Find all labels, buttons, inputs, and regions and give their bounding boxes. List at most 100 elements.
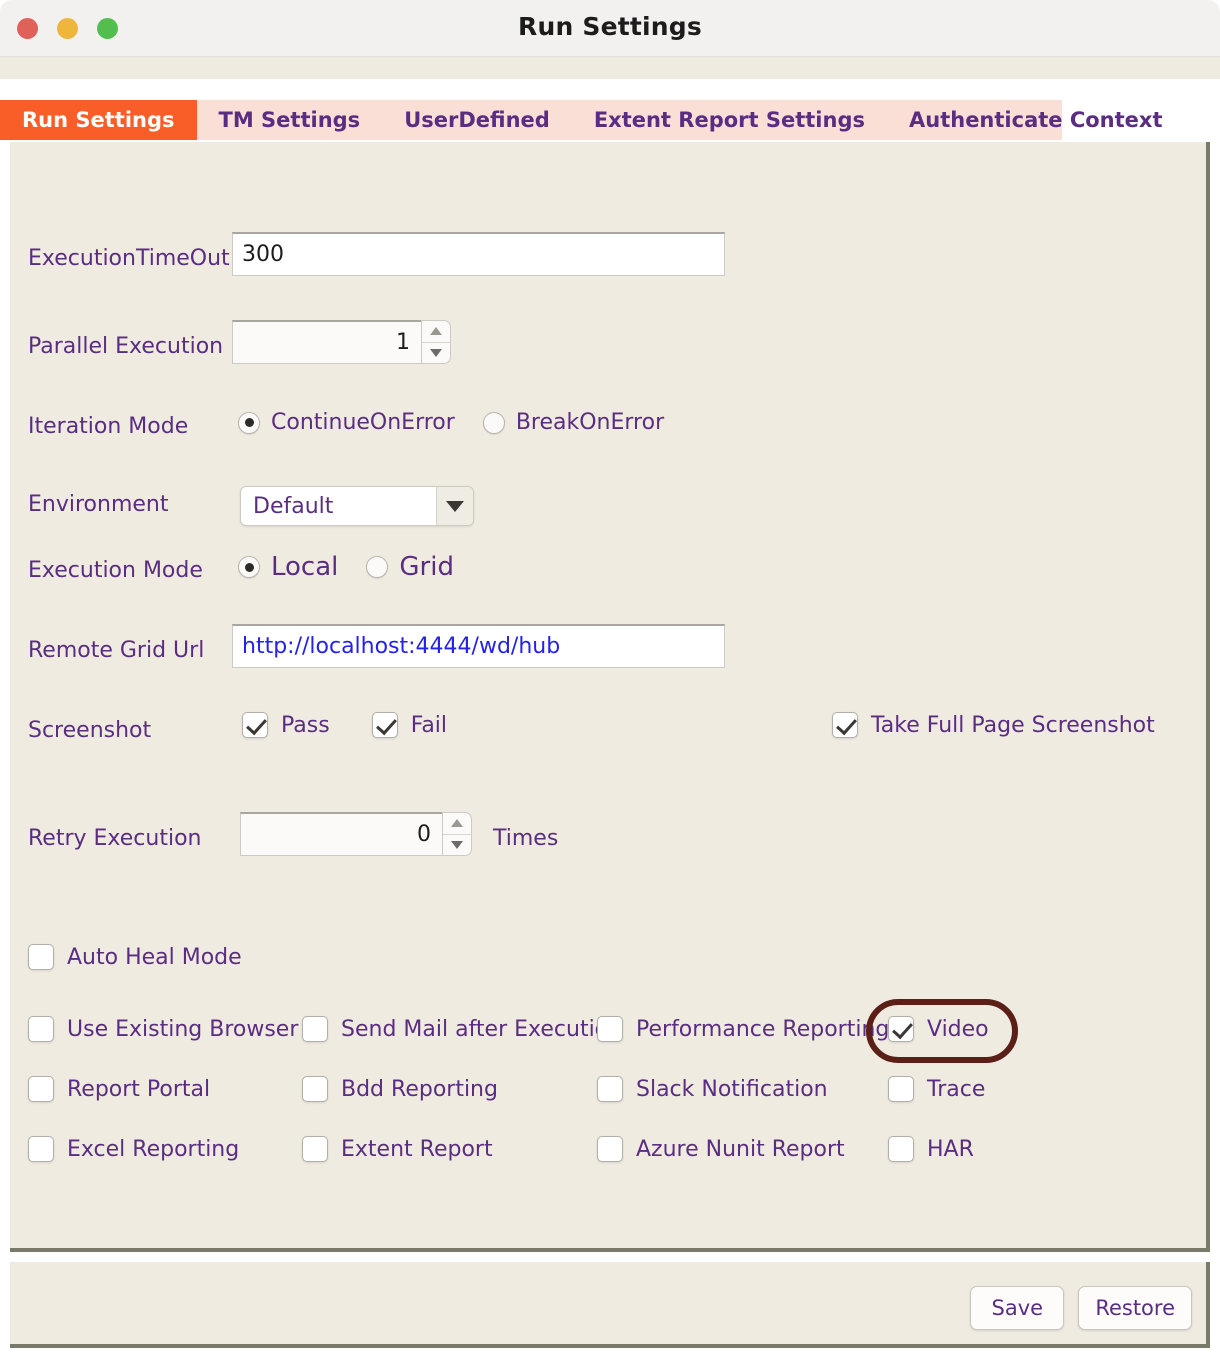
tab-extent-report-settings[interactable]: Extent Report Settings (572, 100, 887, 140)
retry-execution-value: 0 (417, 822, 431, 847)
parallel-execution-decrement-button[interactable] (422, 343, 450, 364)
checkbox-unchecked-icon (28, 1076, 54, 1102)
screenshot-label: Screenshot (28, 718, 152, 743)
chevron-up-icon (430, 327, 442, 336)
har-label: HAR (927, 1136, 974, 1162)
azure-nunit-report-checkbox[interactable]: Azure Nunit Report (597, 1136, 845, 1162)
environment-select[interactable]: Default (240, 486, 474, 526)
checkbox-unchecked-icon (28, 1016, 54, 1042)
retry-execution-increment-button[interactable] (443, 813, 471, 835)
execution-mode-label: Execution Mode (28, 558, 203, 583)
checkbox-unchecked-icon (888, 1136, 914, 1162)
report-portal-checkbox[interactable]: Report Portal (28, 1076, 210, 1102)
execution-mode-local-label: Local (271, 552, 339, 582)
video-checkbox[interactable]: Video (888, 1016, 989, 1042)
take-full-page-screenshot-checkbox[interactable]: Take Full Page Screenshot (832, 712, 1155, 738)
iteration-mode-label: Iteration Mode (28, 414, 189, 439)
video-label: Video (927, 1016, 989, 1042)
har-checkbox[interactable]: HAR (888, 1136, 974, 1162)
chevron-down-icon (451, 840, 463, 849)
tab-authenticate-context[interactable]: Authenticate Context (887, 100, 1185, 140)
excel-reporting-checkbox[interactable]: Excel Reporting (28, 1136, 239, 1162)
checkbox-checked-icon (832, 712, 858, 738)
screenshot-pass-checkbox[interactable]: Pass (242, 712, 330, 738)
bdd-reporting-label: Bdd Reporting (341, 1076, 498, 1102)
use-existing-browser-checkbox[interactable]: Use Existing Browser (28, 1016, 298, 1042)
performance-reporting-checkbox[interactable]: Performance Reporting (597, 1016, 889, 1042)
parallel-execution-value: 1 (396, 330, 410, 355)
checkbox-checked-icon (242, 712, 268, 738)
parallel-execution-increment-button[interactable] (422, 321, 450, 343)
performance-reporting-label: Performance Reporting (636, 1016, 890, 1042)
iteration-mode-option-breakonerror[interactable]: BreakOnError (482, 410, 665, 435)
save-button[interactable]: Save (970, 1286, 1065, 1330)
chevron-down-icon[interactable] (436, 487, 473, 525)
execution-timeout-value: 300 (242, 242, 284, 267)
radio-selected-icon (238, 411, 260, 434)
tab-run-settings[interactable]: Run Settings (0, 100, 197, 140)
titlebar-underline-strip (0, 57, 1220, 79)
execution-mode-grid-label: Grid (399, 552, 454, 582)
screenshot-fail-label: Fail (410, 712, 448, 738)
environment-label: Environment (28, 492, 169, 517)
azure-nunit-report-label: Azure Nunit Report (636, 1136, 845, 1162)
screenshot-options: Pass Fail (242, 712, 447, 738)
iteration-mode-radio-group: ContinueOnError BreakOnError (238, 410, 664, 435)
tab-userdefined-label: UserDefined (404, 108, 550, 132)
iteration-mode-option-continueonerror[interactable]: ContinueOnError (238, 410, 455, 435)
send-mail-after-execution-checkbox[interactable]: Send Mail after Execution (302, 1016, 622, 1042)
tabstrip-spacer (0, 79, 1220, 100)
iteration-mode-continueonerror-label: ContinueOnError (271, 410, 455, 435)
execution-mode-option-local[interactable]: Local (238, 552, 338, 582)
tab-userdefined[interactable]: UserDefined (382, 100, 572, 140)
retry-execution-stepper[interactable]: 0 (240, 812, 472, 856)
execution-mode-option-grid[interactable]: Grid (366, 552, 454, 582)
checkbox-unchecked-icon (597, 1076, 623, 1102)
trace-checkbox[interactable]: Trace (888, 1076, 985, 1102)
report-portal-label: Report Portal (67, 1076, 211, 1102)
retry-execution-spin-buttons (442, 812, 472, 856)
parallel-execution-stepper[interactable]: 1 (232, 320, 451, 364)
settings-panel: ExecutionTimeOut 300 Parallel Execution … (10, 142, 1210, 1252)
parallel-execution-input[interactable]: 1 (232, 320, 421, 364)
send-mail-after-execution-label: Send Mail after Execution (341, 1016, 623, 1042)
radio-selected-icon (238, 556, 260, 578)
radio-unselected-icon (482, 411, 505, 434)
take-full-page-screenshot-label: Take Full Page Screenshot (871, 712, 1155, 738)
checkbox-unchecked-icon (597, 1016, 623, 1042)
auto-heal-mode-checkbox[interactable]: Auto Heal Mode (28, 944, 242, 970)
slack-notification-label: Slack Notification (636, 1076, 828, 1102)
remote-grid-url-value: http://localhost:4444/wd/hub (242, 634, 561, 659)
retry-execution-decrement-button[interactable] (443, 835, 471, 856)
checkbox-checked-icon (371, 712, 398, 738)
tab-tm-settings-label: TM Settings (218, 108, 361, 132)
slack-notification-checkbox[interactable]: Slack Notification (597, 1076, 828, 1102)
run-settings-window: Run Settings Run Settings TM Settings Us… (0, 0, 1220, 1352)
tab-extent-report-settings-label: Extent Report Settings (593, 108, 865, 132)
chevron-up-icon (451, 819, 463, 828)
bdd-reporting-checkbox[interactable]: Bdd Reporting (302, 1076, 498, 1102)
excel-reporting-label: Excel Reporting (67, 1136, 240, 1162)
screenshot-fail-checkbox[interactable]: Fail (371, 712, 448, 738)
chevron-down-icon (430, 348, 442, 357)
restore-button[interactable]: Restore (1078, 1286, 1192, 1330)
radio-unselected-icon (366, 556, 389, 578)
execution-timeout-label: ExecutionTimeOut (28, 246, 230, 271)
execution-timeout-input[interactable]: 300 (232, 232, 725, 276)
dialog-footer: Save Restore (10, 1262, 1210, 1348)
extent-report-checkbox[interactable]: Extent Report (302, 1136, 493, 1162)
restore-button-label: Restore (1095, 1296, 1175, 1320)
remote-grid-url-input[interactable]: http://localhost:4444/wd/hub (232, 624, 725, 668)
checkbox-unchecked-icon (28, 1136, 54, 1162)
window-titlebar: Run Settings (0, 0, 1220, 57)
retry-execution-input[interactable]: 0 (240, 812, 442, 856)
iteration-mode-breakonerror-label: BreakOnError (515, 410, 665, 435)
tab-bar: Run Settings TM Settings UserDefined Ext… (0, 100, 1220, 140)
extent-report-label: Extent Report (341, 1136, 493, 1162)
tab-tm-settings[interactable]: TM Settings (197, 100, 383, 140)
checkbox-checked-icon (888, 1016, 914, 1042)
trace-label: Trace (927, 1076, 986, 1102)
tab-authenticate-context-label: Authenticate Context (909, 108, 1163, 132)
window-title: Run Settings (518, 12, 702, 41)
checkbox-unchecked-icon (302, 1076, 328, 1102)
